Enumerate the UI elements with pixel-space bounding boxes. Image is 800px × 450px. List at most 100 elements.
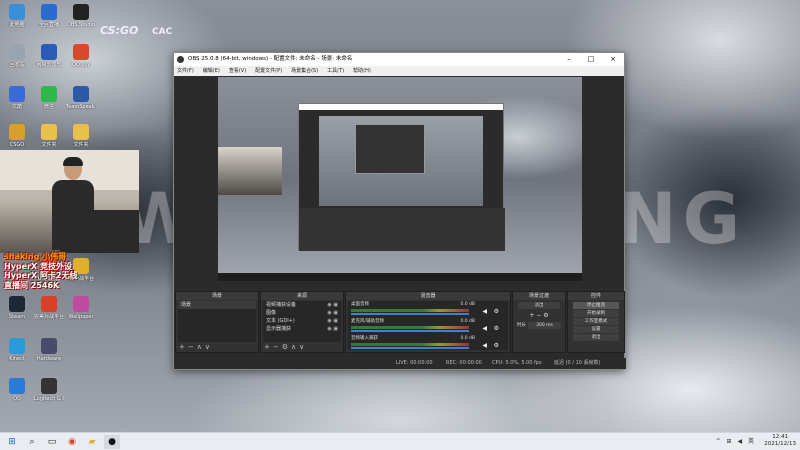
channel-db: 0.0 dB (460, 319, 475, 324)
transition-select[interactable]: 淡出 (518, 302, 560, 309)
desktop-icon[interactable]: Logitech G HUB (34, 378, 64, 402)
stop-streaming-button[interactable]: 停止推流 (573, 302, 619, 309)
menu-item[interactable]: 查看(V) (229, 66, 246, 76)
start-recording-button[interactable]: 开始录制 (573, 310, 619, 317)
desktop-icon-label: TeamSpeak 3 (66, 104, 96, 110)
source-item[interactable]: 视频捕获设备 ◉ ▣ (263, 301, 341, 309)
gear-icon[interactable]: ⚙ (494, 308, 499, 315)
obs-statusbar: LIVE: 00:00:00 REC: 00:00:00 CPU: 5.0%, … (174, 358, 626, 369)
scene-item[interactable]: 场景 (178, 301, 256, 309)
dropped-frames-status: 延迟 (0 / 10 丢帧数) (554, 360, 601, 366)
desktop-icon[interactable]: 网易云音乐 (34, 44, 64, 68)
gear-icon[interactable]: ⚙ (494, 342, 499, 349)
speaker-icon[interactable]: ◀ (482, 308, 487, 315)
desktop-icon[interactable]: Wallpaper (66, 296, 96, 320)
speaker-icon[interactable]: ◀ (482, 342, 487, 349)
obs-preview[interactable] (218, 77, 582, 281)
app-icon (9, 338, 25, 354)
clock-date: 2021/12/13 (764, 441, 796, 447)
volume-fader[interactable] (351, 313, 469, 315)
visibility-lock-icon[interactable]: ◉ ▣ (327, 301, 338, 309)
desktop-icon[interactable]: Steam (2, 296, 32, 320)
settings-button[interactable]: 设置 (573, 326, 619, 333)
desktop-icon[interactable]: 微信 (34, 86, 64, 110)
source-item[interactable]: 文本 (GDI+) ◉ ▣ (263, 317, 341, 325)
close-button[interactable]: × (602, 53, 624, 66)
desktop-icon[interactable]: 完美对战平台 (34, 296, 64, 320)
desktop-icon-label: QQ (13, 396, 21, 402)
scenes-dock: 场景 场景 +−∧∨ (175, 291, 259, 353)
desktop-icon[interactable]: QQ (2, 378, 32, 402)
desktop-icon[interactable]: 回收站 (2, 44, 32, 68)
menu-item[interactable]: 帮助(H) (353, 66, 371, 76)
menu-item[interactable]: 文件(F) (177, 66, 194, 76)
menu-item[interactable]: 编辑(E) (203, 66, 220, 76)
wallpaper-watermark-right: NG (618, 178, 747, 260)
desktop-icon[interactable]: 全民直播 (34, 4, 64, 28)
sources-dock: 来源 视频捕获设备 ◉ ▣ 图像 ◉ ▣ 文本 (GDI+) ◉ ▣ 显示器捕获 ◉ ▣… (260, 291, 344, 353)
scenes-dock-buttons[interactable]: +−∧∨ (179, 343, 213, 351)
overlay-line-3: HyperX 阿卡2无线 (4, 271, 78, 280)
desktop-icon[interactable]: 优酷 (2, 86, 32, 110)
task-view-icon[interactable]: ▭ (44, 435, 60, 449)
obs-window[interactable]: OBS 25.0.8 (64-bit, windows) - 配置文件: 未命名… (173, 52, 626, 370)
desktop-icon-label: CSGO (9, 142, 25, 148)
menu-item[interactable]: 配置文件(P) (255, 66, 282, 76)
app-icon (9, 86, 25, 102)
volume-fader[interactable] (351, 347, 469, 349)
file-explorer-icon[interactable]: ▰ (84, 435, 100, 449)
controls-dock-title: 控件 (568, 292, 624, 300)
clock[interactable]: 12:41 2021/12/13 (764, 434, 796, 448)
desktop-icon-label: QQ游戏 (72, 62, 90, 68)
volume-fader[interactable] (351, 330, 469, 332)
transition-add-remove[interactable]: + − ⚙ (515, 312, 563, 319)
desktop-icon[interactable]: QQ游戏 (66, 44, 96, 68)
preview-webcam (218, 147, 282, 195)
menu-item[interactable]: 场景集合(S) (291, 66, 318, 76)
maximize-button[interactable]: □ (580, 53, 602, 66)
desktop-icon-label: 微信 (43, 104, 54, 110)
app-icon (9, 378, 25, 394)
speaker-icon[interactable]: ◀ (482, 325, 487, 332)
app-icon (41, 124, 57, 140)
source-item[interactable]: 显示器捕获 ◉ ▣ (263, 325, 341, 333)
transitions-dock-title: 场景过渡 (513, 292, 565, 300)
gear-icon[interactable]: ⚙ (494, 325, 499, 332)
mixer-channel[interactable]: 桌面音频 0.0 dB ◀ ⚙ (351, 302, 505, 318)
desktop-icon[interactable]: CSGO (2, 124, 32, 148)
desktop-icon[interactable]: 文件夹 (66, 124, 96, 148)
visibility-lock-icon[interactable]: ◉ ▣ (327, 309, 338, 317)
app-icon (9, 296, 25, 312)
live-status: LIVE: 00:00:00 (396, 360, 433, 366)
desktop-icon[interactable]: TeamSpeak 3 (66, 86, 96, 110)
exit-button[interactable]: 退出 (573, 334, 619, 341)
visibility-lock-icon[interactable]: ◉ ▣ (327, 325, 338, 333)
overlay-line-4: 直播间 2546K (4, 280, 60, 290)
obs-taskbar-icon[interactable]: ● (104, 435, 120, 449)
app-icon (73, 44, 89, 60)
chrome-icon[interactable]: ◉ (64, 435, 80, 449)
studio-mode-button[interactable]: 工作室模式 (573, 318, 619, 325)
search-icon[interactable]: ⌕ (24, 435, 40, 449)
desktop-icon[interactable]: Kinect (2, 338, 32, 362)
app-icon (41, 86, 57, 102)
source-item[interactable]: 图像 ◉ ▣ (263, 309, 341, 317)
minimize-button[interactable]: – (558, 53, 580, 66)
system-tray[interactable]: ^ ⊞ ◀ 英 (716, 436, 756, 445)
mixer-channel[interactable]: 麦克风/辅助音频 0.0 dB ◀ ⚙ (351, 319, 505, 335)
volume-meter (351, 343, 469, 346)
desktop-icon[interactable]: OBS Studio (66, 4, 96, 28)
menu-item[interactable]: 工具(T) (327, 66, 344, 76)
sources-dock-buttons[interactable]: +−⚙∧∨ (264, 343, 307, 351)
desktop-icon[interactable]: 此电脑 (2, 4, 32, 28)
desktop-icon-label: OBS Studio (67, 22, 95, 28)
obs-titlebar[interactable]: OBS 25.0.8 (64-bit, windows) - 配置文件: 未命名… (174, 53, 624, 66)
mixer-channel[interactable]: 音频输入捕获 0.0 dB ◀ ⚙ (351, 336, 505, 352)
desktop-icon[interactable]: 文件夹 (34, 124, 64, 148)
duration-input[interactable]: 300 ms (528, 322, 561, 329)
cpu-status: CPU: 5.0%, 5.00 fps (492, 360, 542, 366)
desktop-icon[interactable]: Hardware (34, 338, 64, 362)
start-button[interactable]: ⊞ (4, 435, 20, 449)
visibility-lock-icon[interactable]: ◉ ▣ (327, 317, 338, 325)
obs-logo-icon (177, 56, 184, 63)
